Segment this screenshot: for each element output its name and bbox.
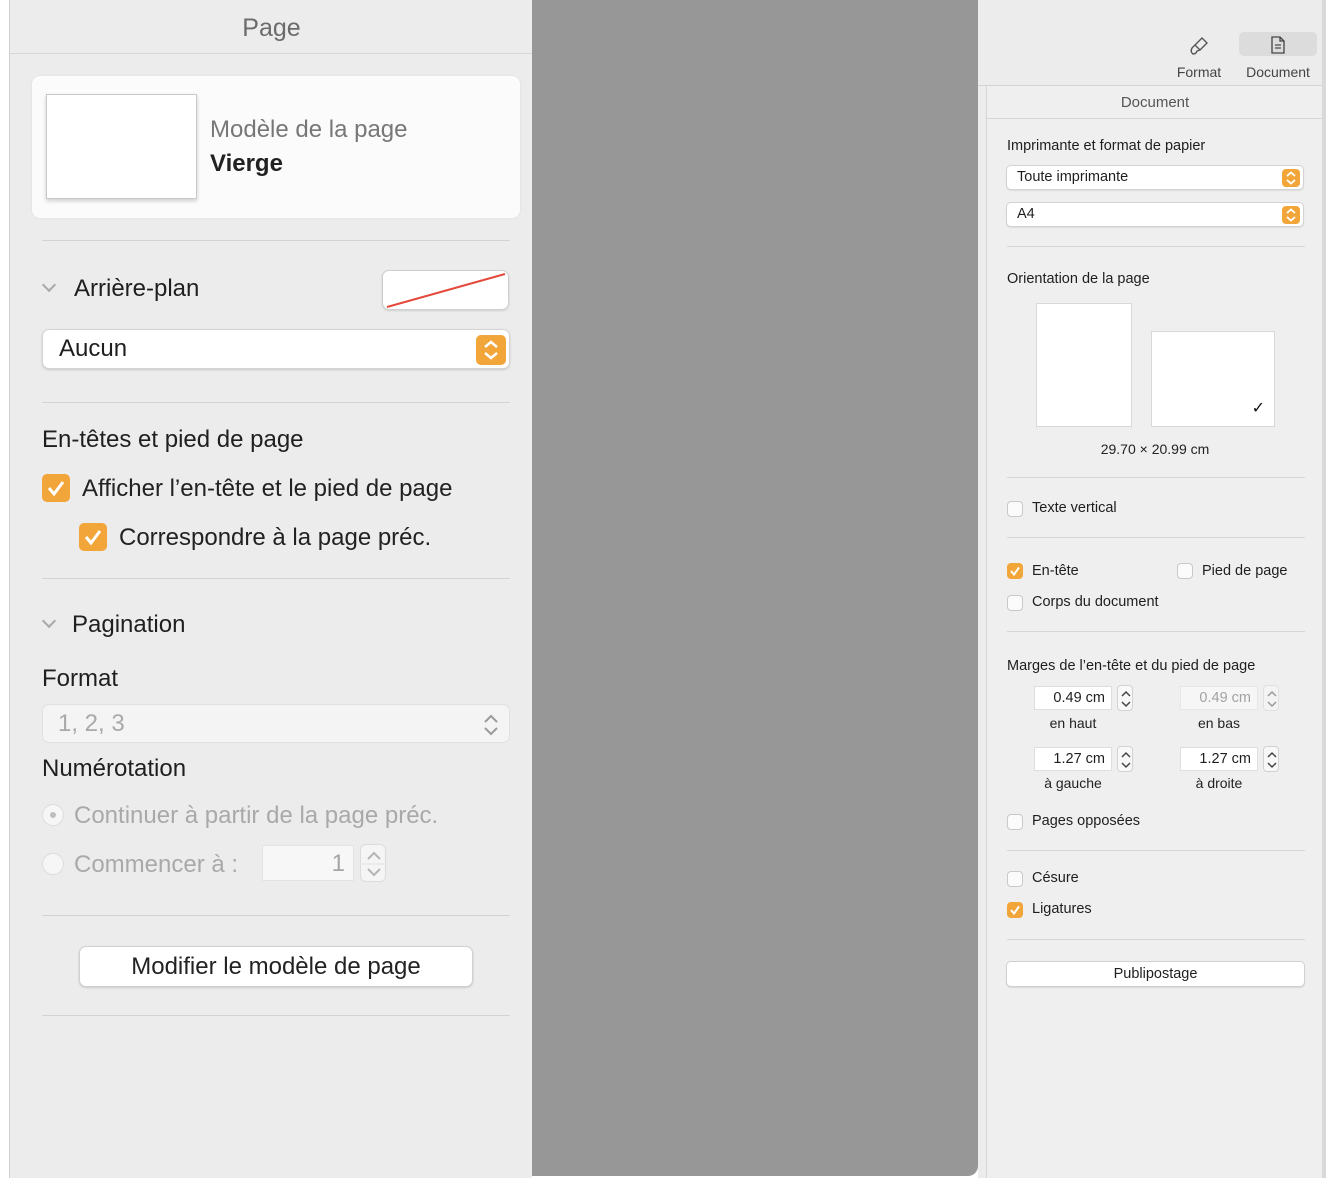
checkmark-icon: ✓ <box>1251 400 1265 417</box>
tab-format-label: Format <box>1176 64 1222 80</box>
show-header-footer-label: Afficher l’en-tête et le pied de page <box>82 475 453 502</box>
headers-footers-heading: En-têtes et pied de page <box>42 426 304 453</box>
divider <box>42 240 510 241</box>
template-label: Modèle de la page <box>210 116 408 143</box>
vertical-text-label: Texte vertical <box>1032 500 1117 516</box>
divider <box>1007 631 1305 632</box>
document-icon <box>1271 36 1285 54</box>
popup-arrows-icon <box>476 335 506 365</box>
document-pane: Document Imprimante et format de papier … <box>986 86 1323 1178</box>
page-size-readout: 29.70 × 20.99 cm <box>1100 441 1210 457</box>
hyphenation-label: Césure <box>1032 870 1079 886</box>
bottom-margin-stepper[interactable] <box>1263 685 1279 711</box>
window-edge <box>1322 0 1326 1178</box>
left-margin-field[interactable]: 1.27 cm <box>1034 747 1112 771</box>
right-margin-stepper[interactable] <box>1263 746 1279 772</box>
ligatures-checkbox[interactable] <box>1007 902 1023 918</box>
right-margin-field[interactable]: 1.27 cm <box>1180 747 1258 771</box>
divider <box>42 578 510 579</box>
pagination-heading: Pagination <box>72 611 186 638</box>
tab-format[interactable]: Format <box>1160 32 1238 82</box>
template-thumbnail <box>46 94 197 199</box>
printer-value: Toute imprimante <box>1017 169 1129 185</box>
mail-merge-button[interactable]: Publipostage <box>1006 961 1305 987</box>
bottom-margin-field[interactable]: 0.49 cm <box>1180 686 1258 710</box>
facing-pages-checkbox[interactable] <box>1007 814 1023 830</box>
numbering-label: Numérotation <box>42 755 187 782</box>
footer-checkbox[interactable] <box>1177 563 1193 579</box>
top-margin-field[interactable]: 0.49 cm <box>1034 686 1112 710</box>
printer-popup[interactable]: Toute imprimante <box>1006 165 1304 190</box>
header-label: En-tête <box>1032 563 1079 579</box>
background-color-well[interactable] <box>382 270 509 310</box>
divider <box>42 915 510 916</box>
divider <box>42 1015 510 1016</box>
popup-arrows-icon <box>1282 169 1300 187</box>
format-label: Format <box>42 665 119 692</box>
orientation-heading: Orientation de la page <box>1007 271 1150 287</box>
no-fill-slash-icon <box>386 273 506 308</box>
divider <box>1007 850 1305 851</box>
margins-heading: Marges de l’en-tête et du pied de page <box>1007 658 1256 674</box>
divider <box>1007 246 1305 247</box>
footer-label: Pied de page <box>1202 563 1288 579</box>
paper-size-popup[interactable]: A4 <box>1006 202 1304 227</box>
start-at-label: Commencer à : <box>74 851 239 878</box>
portrait-orientation-button[interactable] <box>1036 303 1132 427</box>
match-previous-checkbox[interactable] <box>79 523 107 551</box>
tab-document-label: Document <box>1246 64 1310 80</box>
start-page-stepper[interactable] <box>360 844 386 882</box>
chevron-down-icon[interactable] <box>41 613 57 629</box>
divider <box>1007 939 1305 940</box>
number-format-value: 1, 2, 3 <box>58 710 125 737</box>
landscape-orientation-button[interactable]: ✓ <box>1151 331 1275 427</box>
document-body-checkbox[interactable] <box>1007 595 1023 611</box>
right-margin-label: à droite <box>1195 775 1243 791</box>
continue-radio[interactable] <box>42 804 64 826</box>
divider <box>1007 477 1305 478</box>
tab-document[interactable]: Document <box>1239 32 1317 82</box>
document-inspector-sidebar: Format Document Document Imprimante et f… <box>978 0 1323 1178</box>
left-margin-stepper[interactable] <box>1117 746 1133 772</box>
template-value: Vierge <box>210 150 283 177</box>
panel-title: Page <box>10 0 533 54</box>
edit-page-template-button[interactable]: Modifier le modèle de page <box>79 946 473 987</box>
left-margin-label: à gauche <box>1044 775 1102 791</box>
inspector-toolbar: Format Document <box>978 0 1322 86</box>
document-body-label: Corps du document <box>1032 594 1159 610</box>
top-margin-label: en haut <box>1049 715 1097 731</box>
document-pane-title: Document <box>987 86 1323 119</box>
background-fill-value: Aucun <box>59 335 128 362</box>
continue-label: Continuer à partir de la page préc. <box>74 802 439 829</box>
header-checkbox[interactable] <box>1007 563 1023 579</box>
page-template-card[interactable]: Modèle de la page Vierge <box>32 76 520 218</box>
start-at-radio[interactable] <box>42 853 64 875</box>
top-margin-stepper[interactable] <box>1117 685 1133 711</box>
background-fill-popup[interactable]: Aucun <box>42 329 510 369</box>
popup-arrows-icon <box>1282 206 1300 224</box>
page-inspector-panel: Page Modèle de la page Vierge Arrière-pl… <box>9 0 533 1178</box>
ligatures-label: Ligatures <box>1032 901 1092 917</box>
match-previous-label: Correspondre à la page préc. <box>119 524 432 551</box>
background-heading: Arrière-plan <box>74 275 200 302</box>
facing-pages-label: Pages opposées <box>1032 813 1141 829</box>
popup-arrows-icon <box>484 714 498 736</box>
vertical-text-checkbox[interactable] <box>1007 501 1023 517</box>
divider <box>1007 537 1305 538</box>
number-format-popup[interactable]: 1, 2, 3 <box>42 704 510 743</box>
paintbrush-icon <box>1190 37 1208 55</box>
show-header-footer-checkbox[interactable] <box>42 474 70 502</box>
hyphenation-checkbox[interactable] <box>1007 871 1023 887</box>
document-canvas-area <box>532 0 978 1176</box>
divider <box>42 402 510 403</box>
start-page-field[interactable]: 1 <box>262 845 354 881</box>
printer-heading: Imprimante et format de papier <box>1007 138 1206 154</box>
paper-size-value: A4 <box>1017 206 1035 222</box>
bottom-margin-label: en bas <box>1197 715 1241 731</box>
chevron-down-icon[interactable] <box>41 277 57 293</box>
